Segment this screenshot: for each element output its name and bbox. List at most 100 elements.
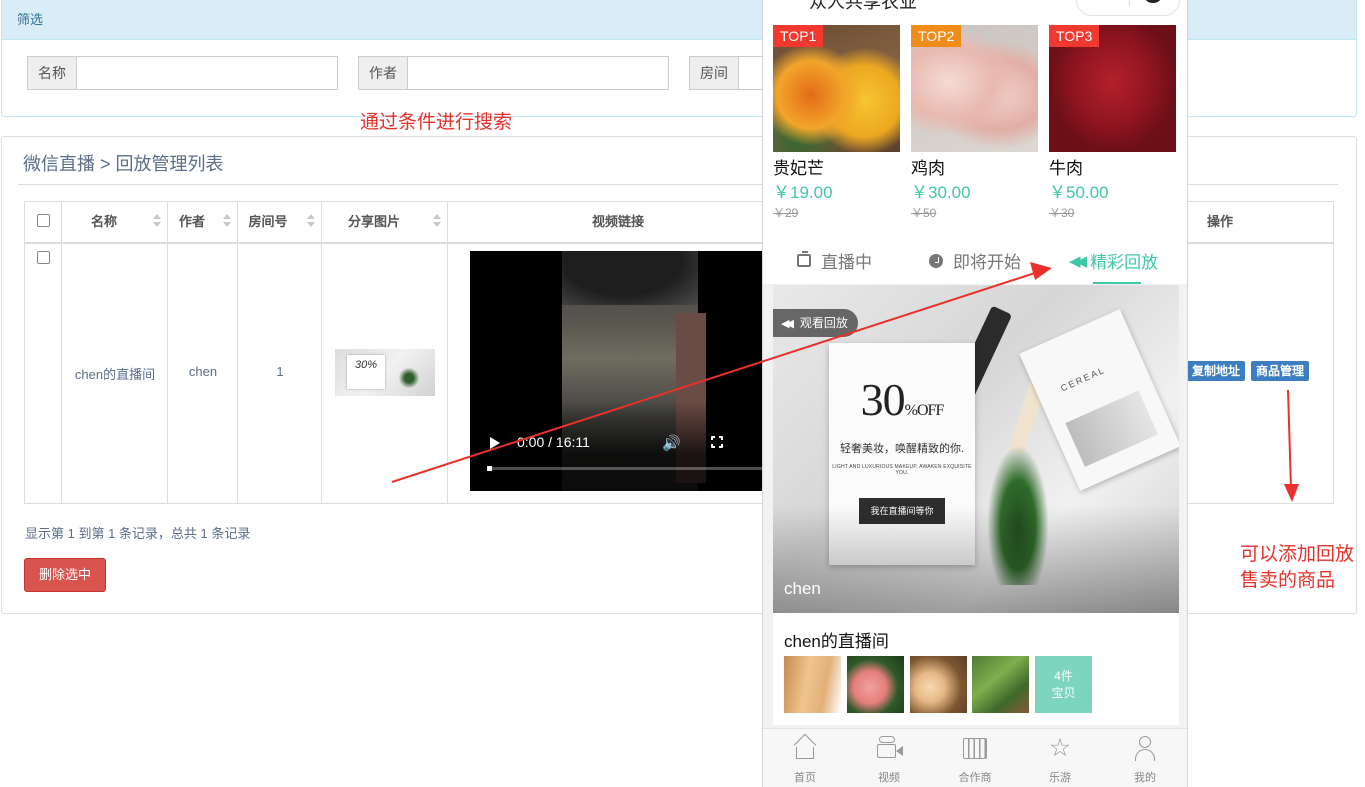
tabbar-mine[interactable]: 我的 [1120, 735, 1170, 785]
product-badge: TOP3 [1049, 25, 1100, 47]
tab-live-now-label: 直播中 [821, 253, 872, 272]
video-player[interactable]: 0:00 / 16:11 🔊 [470, 251, 762, 491]
filter-name-input[interactable] [76, 56, 338, 90]
video-time: 0:00 / 16:11 [517, 434, 590, 450]
product-image-chicken: TOP2 [911, 25, 1038, 152]
cell-name: chen的直播间 [74, 367, 156, 382]
col-room [238, 202, 322, 503]
tabbar-partner-label: 合作商 [958, 772, 992, 784]
tabbar-travel[interactable]: ☆ 乐游 [1035, 735, 1085, 785]
capsule-divider [1129, 0, 1130, 7]
filter-author-input[interactable] [407, 56, 669, 90]
tabbar-video[interactable]: 视频 [864, 735, 914, 785]
tab-upcoming[interactable]: 即将开始 [929, 248, 1021, 273]
room-good-thumbnail[interactable] [910, 656, 967, 713]
tabbar-mine-label: 我的 [1134, 772, 1156, 784]
volume-icon[interactable]: 🔊 [662, 434, 681, 452]
product-name: 贵妃芒 [773, 159, 824, 178]
user-icon [1133, 735, 1157, 761]
copy-address-button[interactable]: 复制地址 [1187, 361, 1246, 381]
select-all-checkbox[interactable] [37, 214, 50, 227]
goods-manage-button[interactable]: 商品管理 [1251, 361, 1310, 381]
top-product-1[interactable]: TOP1 贵妃芒 ￥19.00 ￥29 [773, 25, 900, 221]
share-image-thumbnail[interactable]: 30% [335, 349, 435, 396]
col-author [168, 202, 238, 503]
clock-icon [929, 253, 943, 268]
top-product-2[interactable]: TOP2 鸡肉 ￥30.00 ￥50 [911, 25, 1038, 221]
tv-icon [797, 251, 811, 267]
promo-off: OFF [916, 402, 944, 419]
room-goods-count-label: 宝贝 [1051, 686, 1076, 700]
product-old-price: ￥29 [773, 206, 799, 220]
video-frame-dark [562, 251, 698, 305]
th-video-link: 视频链接 [591, 214, 644, 229]
fullscreen-icon[interactable] [710, 435, 724, 449]
product-badge: TOP1 [773, 25, 824, 47]
banner-cereal-picture [1065, 390, 1158, 467]
more-icon[interactable]: ••• [1093, 0, 1111, 3]
sort-author-icon[interactable] [223, 214, 231, 228]
share-image-card: 30% [347, 355, 385, 389]
banner-author: chen [784, 579, 821, 598]
promo-subslogan: LIGHT AND LUXURIOUS MAKEUP, AWAKEN EXQUI… [832, 464, 972, 476]
tabbar-partner[interactable]: 合作商 [950, 735, 1000, 785]
watch-replay-label: 观看回放 [799, 316, 848, 330]
filter-name-group: 名称 [27, 56, 338, 90]
sort-share-icon[interactable] [433, 214, 441, 228]
room-goods-count-number: 4件 [1054, 669, 1073, 683]
video-camera-icon [877, 735, 903, 761]
room-good-thumbnail[interactable] [847, 656, 904, 713]
video-progress-knob[interactable] [487, 466, 492, 471]
home-icon [793, 733, 817, 761]
share-image-plant [399, 367, 419, 389]
replay-banner[interactable]: CEREAL 30%OFF 轻奢美妆，唤醒精致的你. LIGHT AND LUX… [773, 285, 1179, 613]
tabbar-home[interactable]: 首页 [780, 733, 830, 785]
room-good-thumbnail[interactable] [972, 656, 1029, 713]
room-card[interactable]: chen的直播间 4件 宝贝 [773, 613, 1179, 725]
product-badge: TOP2 [911, 25, 962, 47]
filter-room-label: 房间 [689, 56, 738, 90]
room-good-thumbnail[interactable] [784, 656, 841, 713]
tabbar-home-label: 首页 [794, 772, 816, 784]
annotation-search-hint: 通过条件进行搜索 [360, 112, 513, 133]
cell-room: 1 [276, 364, 284, 379]
video-progress-bar[interactable] [487, 467, 762, 470]
product-price: ￥50.00 [1049, 183, 1109, 202]
tab-replay-label: 精彩回放 [1090, 253, 1159, 272]
annotation-goods-hint: 可以添加回放售卖的商品 [1240, 544, 1355, 591]
product-price: ￥19.00 [773, 183, 833, 202]
sort-room-icon[interactable] [307, 214, 315, 228]
product-image-beef: TOP3 [1049, 25, 1176, 152]
pagination-info: 显示第 1 到第 1 条记录，总共 1 条记录 [25, 526, 251, 541]
tab-upcoming-label: 即将开始 [953, 253, 1021, 272]
promo-slogan: 轻奢美妆，唤醒精致的你. [839, 443, 965, 455]
filter-author-label: 作者 [358, 56, 407, 90]
sort-name-icon[interactable] [153, 214, 161, 228]
row-checkbox[interactable] [37, 251, 50, 264]
cell-author: chen [188, 364, 218, 379]
th-room[interactable]: 房间号 [238, 201, 298, 242]
product-image-mango: TOP1 [773, 25, 900, 152]
th-author[interactable]: 作者 [168, 201, 216, 242]
col-checkbox [25, 202, 62, 503]
top-product-3[interactable]: TOP3 牛肉 ￥50.00 ￥30 [1049, 25, 1176, 221]
close-target-icon[interactable] [1143, 0, 1163, 3]
tabbar-video-label: 视频 [878, 772, 900, 784]
phone-preview: 众人共享农业 ••• TOP1 贵妃芒 ￥19.00 ￥29 TOP2 鸡肉 ￥… [762, 0, 1188, 787]
col-name [62, 202, 168, 503]
miniprogram-capsule[interactable]: ••• [1076, 0, 1180, 16]
shop-icon [963, 735, 987, 761]
th-share-image[interactable]: 分享图片 [322, 201, 426, 242]
banner-cereal-text: CEREAL [1059, 364, 1108, 394]
tab-replay[interactable]: ◀◀ 精彩回放 [1069, 248, 1158, 273]
tab-live-now[interactable]: 直播中 [797, 248, 872, 273]
room-goods-count[interactable]: 4件 宝贝 [1035, 656, 1092, 713]
watch-replay-badge[interactable]: ◀◀ 观看回放 [773, 309, 858, 337]
th-name[interactable]: 名称 [61, 201, 147, 242]
banner-shade [773, 505, 1179, 613]
star-icon: ☆ [1048, 734, 1072, 762]
product-price: ￥30.00 [911, 183, 971, 202]
th-actions: 操作 [1206, 214, 1233, 229]
play-icon[interactable] [490, 437, 500, 449]
delete-selected-button[interactable]: 删除选中 [24, 558, 106, 592]
